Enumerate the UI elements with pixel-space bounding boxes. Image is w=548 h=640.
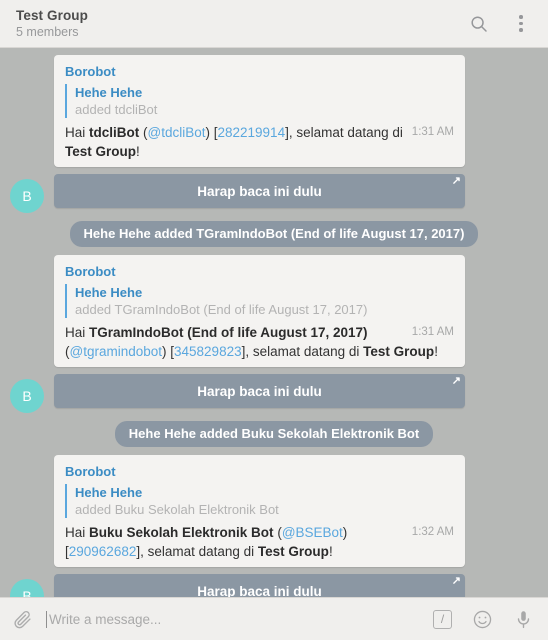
service-message-row: Hehe Hehe added TGramIndoBot (End of lif… — [0, 221, 548, 247]
message-text-run: tdcliBot — [89, 125, 140, 140]
inline-keyboard-row: B Harap baca ini dulu ↗ — [0, 374, 548, 413]
message-link[interactable]: 345829823 — [174, 344, 242, 359]
message-text-run: TGramIndoBot (End of life August 17, 201… — [89, 325, 368, 340]
message-row: Borobot Hehe Hehe added Buku Sekolah Ele… — [0, 455, 548, 567]
inline-keyboard-row: B Harap baca ini dulu ↗ — [0, 574, 548, 597]
smiley-icon[interactable] — [472, 609, 493, 630]
message-text: 1:31 AM Hai tdcliBot (@tdcliBot) [2822199… — [65, 123, 454, 161]
message-text-run: Test Group — [257, 544, 329, 559]
message-text-run: ( — [273, 525, 282, 540]
inline-button-harap-baca-ini-dulu[interactable]: Harap baca ini dulu ↗ — [54, 374, 465, 408]
external-link-icon: ↗ — [451, 375, 461, 387]
service-message: Hehe Hehe added Buku Sekolah Elektronik … — [114, 421, 434, 447]
message-text-run: ], selamat datang di — [285, 125, 403, 140]
message-text-run: ) [ — [162, 344, 175, 359]
message-time: 1:31 AM — [411, 326, 454, 338]
reply-author: Hehe Hehe — [75, 85, 143, 100]
external-link-icon: ↗ — [451, 175, 461, 187]
header-actions — [466, 11, 534, 37]
message-text-run: Test Group — [363, 344, 435, 359]
reply-quote[interactable]: Hehe Hehe added Buku Sekolah Elektronik … — [65, 484, 454, 518]
external-link-icon: ↗ — [451, 575, 461, 587]
chat-header-titles[interactable]: Test Group 5 members — [16, 7, 466, 40]
message-text-run: ! — [328, 544, 333, 559]
reply-text: added Buku Sekolah Elektronik Bot — [75, 502, 279, 517]
message-link[interactable]: @BSEBot — [282, 525, 343, 540]
message-link[interactable]: @tgramindobot — [70, 344, 163, 359]
message-link[interactable]: 282219914 — [218, 125, 286, 140]
reply-quote[interactable]: Hehe Hehe added tdcliBot — [65, 84, 454, 118]
message-text-run: ! — [434, 344, 438, 359]
microphone-icon[interactable] — [513, 609, 534, 630]
more-vertical-icon[interactable] — [508, 11, 534, 37]
message-link[interactable]: @tdcliBot — [148, 125, 206, 140]
text-caret — [46, 610, 47, 628]
message-text-run: Test Group — [65, 144, 137, 159]
page-title: Test Group — [16, 8, 89, 23]
message-text-run: Hai — [65, 125, 90, 140]
message-bubble[interactable]: Borobot Hehe Hehe added Buku Sekolah Ele… — [54, 455, 465, 567]
chat-header: Test Group 5 members — [0, 0, 548, 48]
reply-text: added tdcliBot — [75, 102, 158, 117]
reply-author: Hehe Hehe — [75, 285, 143, 300]
message-text-run: Buku Sekolah Elektronik Bot — [89, 525, 274, 540]
message-list[interactable]: Borobot Hehe Hehe added tdcliBot 1:31 AM… — [0, 48, 548, 597]
paperclip-icon[interactable] — [12, 609, 33, 630]
inline-button-label: Harap baca ini dulu — [197, 383, 322, 399]
message-composer: / — [0, 597, 548, 640]
message-input[interactable] — [48, 611, 423, 627]
inline-button-harap-baca-ini-dulu[interactable]: Harap baca ini dulu ↗ — [54, 174, 465, 208]
search-icon[interactable] — [466, 11, 492, 37]
message-link[interactable]: 290962682 — [69, 544, 137, 559]
inline-button-label: Harap baca ini dulu — [197, 583, 322, 598]
inline-button-label: Harap baca ini dulu — [197, 183, 322, 199]
service-message-row: Hehe Hehe added Buku Sekolah Elektronik … — [0, 421, 548, 447]
message-time: 1:31 AM — [411, 126, 454, 138]
message-text-run: Hai — [65, 325, 90, 340]
avatar-slot: B — [10, 574, 54, 597]
message-text-run: ], selamat datang di — [241, 344, 364, 359]
message-text-run: Hai — [65, 525, 90, 540]
message-author: Borobot — [65, 464, 116, 479]
message-author: Borobot — [65, 264, 116, 279]
message-bubble[interactable]: Borobot Hehe Hehe added TGramIndoBot (En… — [54, 255, 465, 367]
reply-author: Hehe Hehe — [75, 485, 143, 500]
message-text: 1:32 AM Hai Buku Sekolah Elektronik Bot (… — [65, 523, 454, 561]
avatar-slot: B — [10, 174, 54, 213]
reply-text: added TGramIndoBot (End of life August 1… — [75, 302, 368, 317]
message-bubble[interactable]: Borobot Hehe Hehe added tdcliBot 1:31 AM… — [54, 55, 465, 167]
message-row: Borobot Hehe Hehe added TGramIndoBot (En… — [0, 255, 548, 367]
avatar-slot: B — [10, 374, 54, 413]
composer-left — [12, 609, 33, 630]
command-button[interactable]: / — [433, 609, 452, 629]
telegram-chat-window: Test Group 5 members Borobot Hehe Hehe a… — [0, 0, 548, 640]
menu-dots — [519, 15, 523, 32]
composer-actions: / — [423, 609, 534, 630]
message-text-run: ! — [136, 144, 140, 159]
message-time: 1:32 AM — [411, 526, 454, 538]
member-count: 5 members — [16, 25, 79, 39]
inline-button-harap-baca-ini-dulu[interactable]: Harap baca ini dulu ↗ — [54, 574, 465, 597]
message-text: 1:31 AM Hai TGramIndoBot (End of life Aug… — [65, 323, 454, 361]
inline-keyboard-row: B Harap baca ini dulu ↗ — [0, 174, 548, 213]
avatar[interactable]: B — [10, 579, 44, 597]
message-text-run: ( — [139, 125, 148, 140]
reply-quote[interactable]: Hehe Hehe added TGramIndoBot (End of lif… — [65, 284, 454, 318]
message-text-run: ], selamat datang di — [136, 544, 258, 559]
message-text-run: ) [ — [205, 125, 218, 140]
message-input-wrap[interactable] — [33, 610, 423, 628]
message-row: Borobot Hehe Hehe added tdcliBot 1:31 AM… — [0, 55, 548, 167]
service-message: Hehe Hehe added TGramIndoBot (End of lif… — [69, 221, 479, 247]
message-author: Borobot — [65, 64, 116, 79]
avatar[interactable]: B — [10, 379, 44, 413]
avatar[interactable]: B — [10, 179, 44, 213]
